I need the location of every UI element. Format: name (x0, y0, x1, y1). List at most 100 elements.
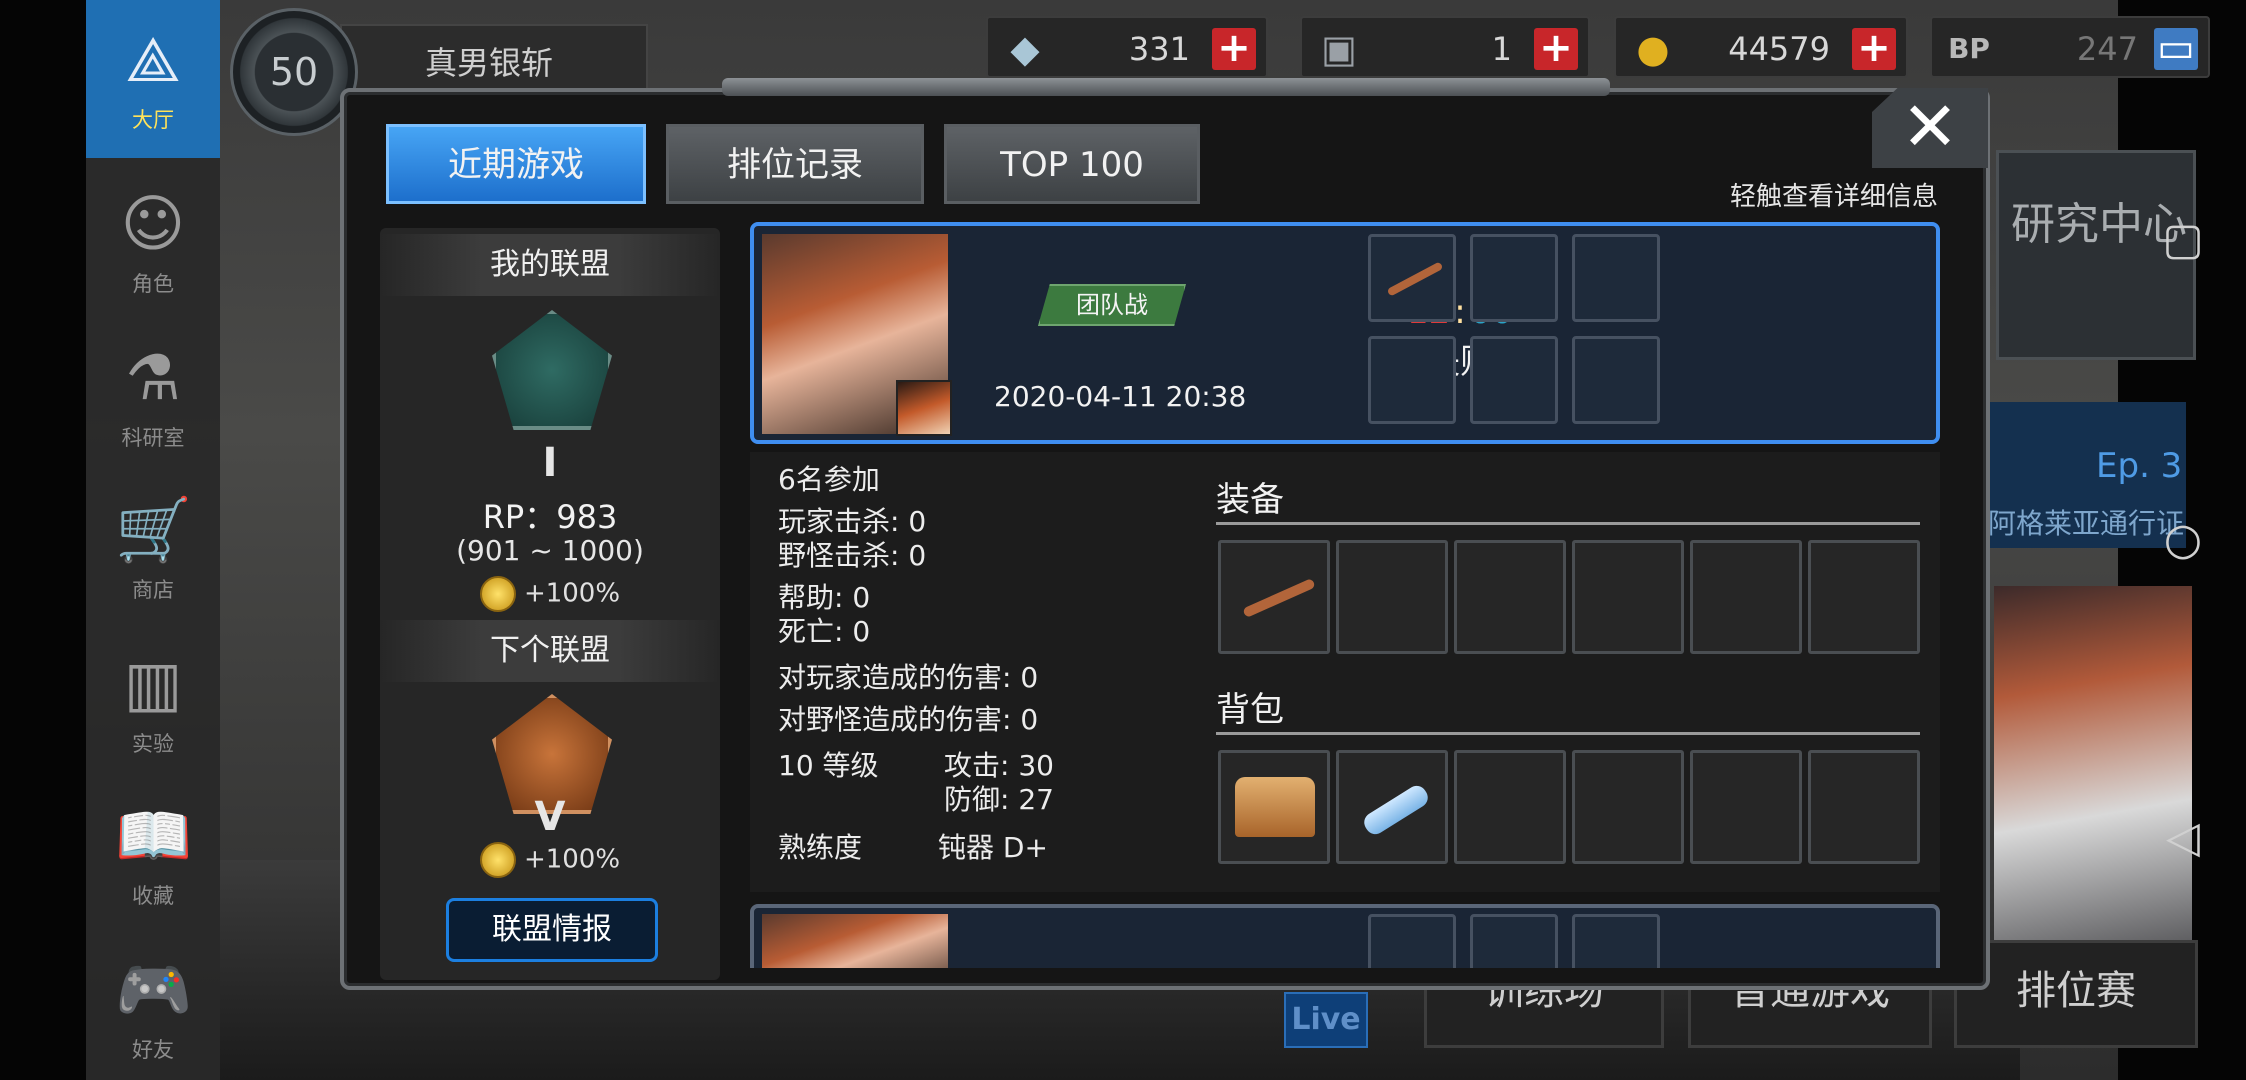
club-icon (1386, 261, 1444, 297)
character-level: 10 等级 (778, 749, 879, 782)
gold-coin-icon: ● (1636, 27, 1670, 71)
home-icon[interactable]: ○ (2158, 518, 2208, 562)
gamepad-icon: 🎮 (115, 953, 193, 1026)
resource-value: 44579 (1728, 30, 1830, 68)
recent-apps-icon[interactable]: ▢ (2158, 218, 2208, 262)
item-slot (1368, 914, 1456, 968)
item-slot (1572, 234, 1660, 322)
ranked-game-label: 排位赛 (2016, 968, 2136, 1014)
level-value: 50 (269, 50, 319, 94)
alliance-info-button[interactable]: 联盟情报 (446, 898, 658, 962)
alliance-panel: 我的联盟 I RP：983 (901 ~ 1000) +100% 下个联盟 V … (380, 228, 720, 980)
equipment-slot[interactable] (1336, 540, 1448, 654)
crystal-icon: ◆ (1010, 27, 1040, 71)
left-navigation: ⟁ 大厅 ☺ 角色 ⚗ 科研室 🛒 商店 ▥ 实验 📖 收藏 🎮 好友 (86, 0, 220, 1080)
tab-recent-games[interactable]: 近期游戏 (386, 124, 646, 204)
monster-kills: 野怪击杀: 0 (778, 539, 927, 572)
match-datetime: 2020-04-11 20:38 (994, 380, 1247, 413)
proficiency-value: 钝器 D+ (938, 831, 1048, 864)
rp-range: (901 ~ 1000) (456, 534, 644, 567)
nav-character[interactable]: ☺ 角色 (86, 164, 220, 314)
teammate-portrait (896, 380, 952, 436)
add-crystal-button[interactable]: + (1212, 28, 1256, 70)
tab-ranked-records[interactable]: 排位记录 (666, 124, 924, 204)
equipment-divider (1216, 522, 1920, 525)
proficiency-label: 熟练度 (778, 831, 863, 864)
bag-slot[interactable] (1454, 750, 1566, 864)
equipment-slot[interactable] (1218, 540, 1330, 654)
bag-slot[interactable] (1690, 750, 1802, 864)
my-alliance-title: 我的联盟 (380, 234, 720, 296)
character-icon: ☺ (120, 187, 186, 260)
nav-lab[interactable]: ⚗ 科研室 (86, 318, 220, 468)
club-icon (1242, 577, 1316, 619)
nav-character-label: 角色 (132, 272, 174, 296)
equipment-slot[interactable] (1808, 540, 1920, 654)
bag-divider (1216, 732, 1920, 735)
bp-paw-icon: BP (1948, 32, 1990, 65)
ranked-game-button[interactable]: 排位赛 (1954, 940, 2198, 1048)
tab-top-100[interactable]: TOP 100 (944, 124, 1200, 204)
match-card[interactable] (750, 904, 1940, 968)
nav-shop[interactable]: 🛒 商店 (86, 470, 220, 620)
open-book-icon: 📖 (115, 799, 193, 872)
bag-title: 背包 (1216, 690, 1284, 730)
equipment-title: 装备 (1216, 480, 1284, 520)
equipment-slot[interactable] (1454, 540, 1566, 654)
player-name: 真男银斩 (425, 44, 554, 82)
damage-to-monsters: 对野怪造成的伤害: 0 (778, 703, 1039, 736)
equipment-slot[interactable] (1690, 540, 1802, 654)
resource-value: 1 (1491, 30, 1512, 68)
nav-experiment-label: 实验 (132, 732, 174, 756)
nav-friends[interactable]: 🎮 好友 (86, 930, 220, 1080)
water-bottle-icon (1360, 782, 1432, 838)
participants: 6名参加 (778, 463, 880, 496)
item-slot (1572, 336, 1660, 424)
next-rank-letter: V (534, 794, 566, 840)
item-slot (1572, 914, 1660, 968)
gold-coin-icon (479, 576, 516, 612)
bag-slot[interactable] (1572, 750, 1684, 864)
live-button[interactable]: Live (1284, 992, 1368, 1048)
next-alliance-title: 下个联盟 (380, 620, 720, 682)
resource-crystal: ◆ 331 + (986, 16, 1268, 78)
nav-friends-label: 好友 (132, 1038, 174, 1062)
lab-flask-icon: ⚗ (125, 341, 181, 414)
episode-label: Ep. 3 (2096, 446, 2183, 486)
pass-label: 阿格莱亚通行证 (1988, 507, 2185, 540)
nav-collection[interactable]: 📖 收藏 (86, 776, 220, 926)
bag-slot[interactable] (1808, 750, 1920, 864)
my-rank-letter: I (542, 440, 558, 486)
character-portrait (762, 914, 948, 968)
bp-card-button[interactable]: ▭ (2154, 28, 2198, 70)
nav-lab-label: 科研室 (121, 426, 185, 450)
add-gold-button[interactable]: + (1852, 28, 1896, 70)
damage-to-players: 对玩家造成的伤害: 0 (778, 661, 1039, 694)
nav-experiment[interactable]: ▥ 实验 (86, 624, 220, 774)
resource-drive: ▣ 1 + (1300, 16, 1590, 78)
close-button[interactable]: ✕ (1872, 88, 1988, 168)
match-card[interactable]: 团队战 2020-04-11 20:38 12:00 失败 (750, 222, 1940, 444)
nav-collection-label: 收藏 (132, 884, 174, 908)
wolf-emblem-icon (492, 310, 612, 430)
equipment-slot[interactable] (1572, 540, 1684, 654)
add-drive-button[interactable]: + (1534, 28, 1578, 70)
level-badge[interactable]: 50 (230, 8, 358, 136)
match-list[interactable]: 团队战 2020-04-11 20:38 12:00 失败 6名参加 玩家击杀:… (748, 222, 1940, 968)
match-detail: 6名参加 玩家击杀: 0 野怪击杀: 0 帮助: 0 死亡: 0 对玩家造成的伤… (750, 452, 1940, 892)
modal-top-ornament (722, 78, 1610, 96)
left-margin (0, 0, 86, 1080)
shop-cart-icon: 🛒 (115, 493, 193, 566)
my-bonus: +100% (380, 576, 720, 612)
item-slot (1470, 914, 1558, 968)
nav-lobby[interactable]: ⟁ 大厅 (86, 0, 220, 158)
hard-drive-icon: ▣ (1321, 27, 1357, 71)
bag-slot[interactable] (1336, 750, 1448, 864)
resource-gold: ● 44579 + (1614, 16, 1908, 78)
next-bonus-value: +100% (523, 844, 621, 875)
back-icon[interactable]: ◁ (2158, 816, 2208, 860)
next-bonus: +100% (380, 842, 720, 878)
tap-hint: 轻触查看详细信息 (1730, 182, 1939, 212)
bag-slot[interactable] (1218, 750, 1330, 864)
item-slot (1470, 336, 1558, 424)
